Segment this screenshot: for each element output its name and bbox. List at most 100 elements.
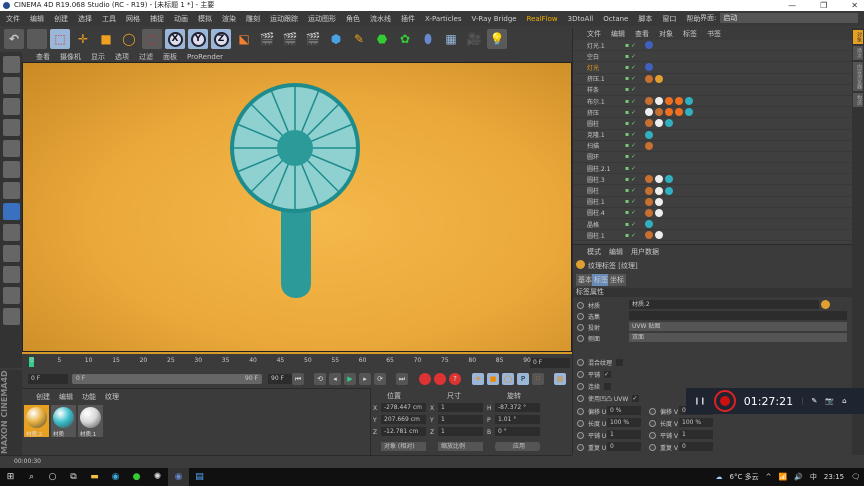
object-name[interactable]: 圆柱.1 (573, 231, 625, 240)
visibility-toggles[interactable]: ▪ ✓ (625, 53, 645, 60)
tag-icon[interactable] (675, 97, 683, 106)
attribute-value-field[interactable]: 100 % (607, 418, 641, 427)
grid-button[interactable] (2, 287, 20, 304)
network-icon[interactable]: 📶 (778, 473, 787, 481)
minimize-button[interactable]: — (788, 0, 796, 11)
viewport-menu-item[interactable]: 摄像机 (60, 52, 81, 62)
timeline-scheme-button[interactable]: ▤ (554, 373, 566, 385)
coord-field[interactable]: 1 (438, 415, 483, 424)
animate-radio[interactable] (577, 313, 584, 320)
animate-radio[interactable] (649, 408, 656, 415)
tag-icon[interactable] (675, 108, 683, 117)
object-name[interactable]: 挤压 (573, 108, 625, 117)
move-button[interactable]: ✛ (73, 29, 93, 49)
next-key-button[interactable]: ⟳ (374, 373, 386, 385)
coord-field[interactable]: -87.372 ° (495, 403, 540, 412)
selection-field[interactable] (629, 311, 847, 320)
object-name[interactable]: 挤压.1 (573, 74, 625, 83)
animate-radio[interactable] (577, 432, 584, 439)
z-axis-button[interactable]: Z (211, 29, 231, 49)
object-row[interactable]: 圆环 ▪ ✓ (573, 152, 852, 164)
attribute-value-field[interactable]: 0 (607, 442, 641, 451)
menu-item[interactable]: 创建 (54, 14, 68, 24)
tag-icon[interactable] (645, 108, 653, 117)
file-explorer-icon[interactable]: ▬ (84, 468, 105, 486)
floor-button[interactable]: ▦ (441, 29, 461, 49)
menu-item[interactable]: V-Ray Bridge (471, 15, 516, 23)
viewport-menu-item[interactable]: 显示 (91, 52, 105, 62)
visibility-toggles[interactable]: ▪ ✓ (625, 209, 645, 216)
animate-radio[interactable] (577, 324, 584, 331)
tag-icon[interactable] (665, 175, 673, 184)
render-view-button[interactable]: 🎬 (257, 29, 277, 49)
menu-item[interactable]: 动画 (174, 14, 188, 24)
tweak-button[interactable] (2, 224, 20, 241)
edge-icon[interactable]: ◉ (105, 468, 126, 486)
object-row[interactable]: 灯光.1 ▪ ✓ (573, 40, 852, 52)
visibility-toggles[interactable]: ▪ ✓ (625, 153, 645, 160)
object-row[interactable]: 空白 ▪ ✓ (573, 51, 852, 63)
undo-button[interactable]: ↶ (4, 29, 24, 49)
visibility-toggles[interactable]: ▪ ✓ (625, 232, 645, 239)
side-tab[interactable]: 对象 (853, 30, 863, 44)
menu-item[interactable]: 插件 (401, 14, 415, 24)
object-name[interactable]: 圆柱 (573, 119, 625, 128)
coord-field[interactable]: 0 ° (495, 427, 540, 436)
object-row[interactable]: 圆柱.4 ▪ ✓ (573, 208, 852, 219)
object-menu-item[interactable]: 文件 (587, 28, 601, 40)
tag-icon[interactable] (655, 231, 663, 240)
menu-item[interactable]: 3DtoAll (568, 15, 594, 23)
object-menu-item[interactable]: 编辑 (611, 28, 625, 40)
windows-start-icon[interactable]: ⊞ (0, 468, 21, 486)
coord-mode-dropdown[interactable]: 对象 (相对) (381, 442, 426, 451)
menu-item[interactable]: 帮助 (686, 14, 700, 24)
object-row[interactable]: 晶格 ▪ ✓ (573, 219, 852, 231)
wechat-icon[interactable]: ● (126, 468, 147, 486)
key-position-button[interactable]: ✛ (472, 373, 484, 385)
menu-item[interactable]: Octane (603, 15, 628, 23)
current-frame-field[interactable]: 0 F (530, 358, 570, 368)
tag-icon[interactable] (685, 108, 693, 117)
object-row[interactable]: 样条 ▪ ✓ (573, 85, 852, 96)
side-tab[interactable]: 构造 (853, 93, 863, 107)
tag-icon[interactable] (655, 175, 663, 184)
render-settings-button[interactable]: 🎬 (303, 29, 323, 49)
side-tab[interactable]: 场次 (853, 46, 863, 60)
recent-tool-button[interactable]: ⬚ (142, 29, 162, 49)
material-menu-item[interactable]: 创建 (36, 392, 50, 401)
model-mode-button[interactable] (2, 77, 20, 94)
auto-key-button[interactable] (434, 373, 446, 385)
coord-field[interactable]: -278.447 cm (381, 403, 426, 412)
tag-icon[interactable] (665, 108, 673, 117)
object-row[interactable]: 挤压 ▪ ✓ (573, 107, 852, 119)
animate-radio[interactable] (577, 395, 584, 402)
visibility-toggles[interactable]: ▪ ✓ (625, 109, 645, 116)
object-name[interactable]: 克隆.1 (573, 130, 625, 139)
live-select-button[interactable]: ⬚ (50, 29, 70, 49)
redo-button[interactable] (27, 29, 47, 49)
points-mode-button[interactable] (2, 140, 20, 157)
menu-item[interactable]: 渲染 (222, 14, 236, 24)
animate-radio[interactable] (577, 359, 584, 366)
workplane-button[interactable] (2, 119, 20, 136)
object-name[interactable]: 灯光 (573, 63, 625, 72)
animate-radio[interactable] (577, 444, 584, 451)
visibility-toggles[interactable]: ▪ ✓ (625, 64, 645, 71)
start-frame-field[interactable]: 0 F (28, 374, 68, 384)
visibility-toggles[interactable]: ▪ ✓ (625, 131, 645, 138)
checkbox[interactable] (604, 383, 612, 390)
visibility-toggles[interactable]: ▪ ✓ (625, 176, 645, 183)
animate-radio[interactable] (577, 420, 584, 427)
light-button[interactable]: 💡 (487, 29, 507, 49)
visibility-toggles[interactable]: ▪ ✓ (625, 42, 645, 49)
animate-radio[interactable] (577, 302, 584, 309)
viewport-menu-item[interactable]: 查看 (36, 52, 50, 62)
animate-radio[interactable] (577, 335, 584, 342)
maximize-button[interactable]: ❐ (820, 0, 827, 11)
checkbox[interactable]: ✓ (632, 395, 640, 402)
ime-indicator[interactable]: 中 (810, 472, 817, 482)
goto-start-button[interactable]: ⏮ (292, 373, 304, 385)
camera-button[interactable]: 🎥 (464, 29, 484, 49)
axis-mode-button[interactable] (2, 203, 20, 220)
cortana-icon[interactable]: ○ (42, 468, 63, 486)
